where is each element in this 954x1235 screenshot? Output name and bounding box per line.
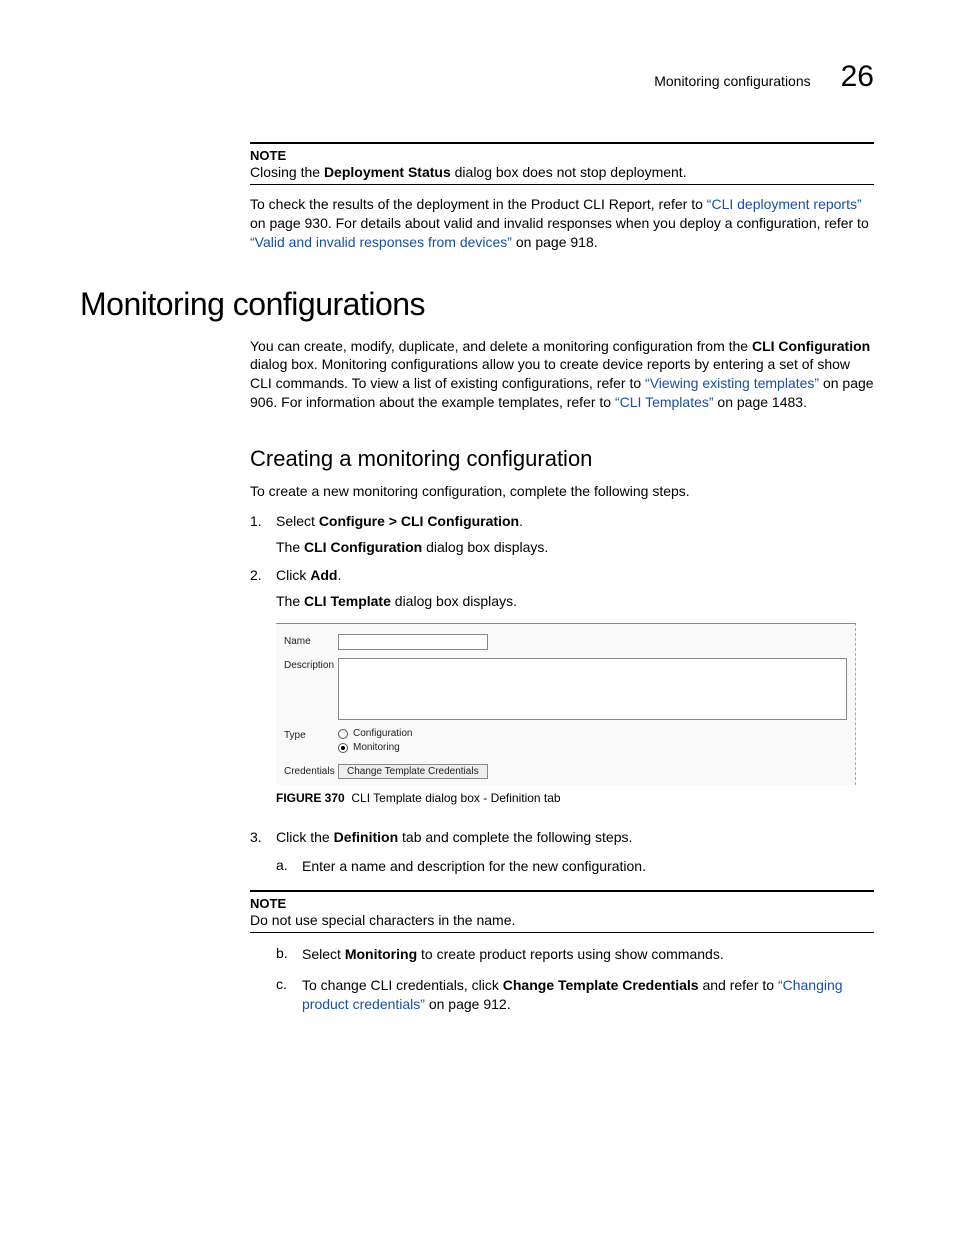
substep-a: a. Enter a name and description for the … — [276, 857, 874, 876]
change-template-credentials-button[interactable]: Change Template Credentials — [338, 764, 488, 779]
text: Click the — [276, 829, 334, 845]
step-2: 2. Click Add. — [250, 567, 874, 583]
figure-caption-text: CLI Template dialog box - Definition tab — [351, 791, 560, 805]
description-textarea[interactable] — [338, 658, 847, 720]
text: . — [337, 567, 341, 583]
text-bold: Configure > CLI Configuration — [319, 513, 519, 529]
step-body: Click Add. — [276, 567, 874, 583]
substep-c: c. To change CLI credentials, click Chan… — [276, 976, 874, 1014]
rule — [250, 932, 874, 933]
text: . — [519, 513, 523, 529]
text-bold: CLI Configuration — [304, 539, 422, 555]
running-header: Monitoring configurations 26 — [80, 60, 874, 94]
substep-b: b. Select Monitoring to create product r… — [276, 945, 874, 964]
field-label-type: Type — [284, 728, 338, 741]
rule — [250, 890, 874, 892]
step-result: The CLI Template dialog box displays. — [276, 593, 874, 609]
step-body: Select Configure > CLI Configuration. — [276, 513, 874, 529]
radio-monitoring[interactable]: Monitoring — [338, 742, 847, 753]
dialog-box: Name Description Type Configuration — [276, 623, 856, 785]
text-bold: Definition — [334, 829, 399, 845]
substep-body: To change CLI credentials, click Change … — [302, 976, 874, 1014]
text: To change CLI credentials, click — [302, 977, 503, 993]
link-viewing-existing-templates[interactable]: “Viewing existing templates” — [645, 375, 819, 391]
text: on page 930. For details about valid and… — [250, 215, 869, 231]
substep-body: Select Monitoring to create product repo… — [302, 945, 874, 964]
heading-monitoring-configurations: Monitoring configurations — [80, 286, 874, 323]
substep-letter: a. — [276, 857, 302, 876]
paragraph: To create a new monitoring configuration… — [250, 482, 874, 501]
radio-icon — [338, 729, 348, 739]
step-number: 3. — [250, 829, 276, 845]
step-3: 3. Click the Definition tab and complete… — [250, 829, 874, 845]
text: on page 912. — [425, 996, 511, 1012]
text: dialog box displays. — [422, 539, 548, 555]
step-number: 1. — [250, 513, 276, 529]
radio-label: Monitoring — [353, 742, 400, 753]
link-cli-templates[interactable]: “CLI Templates” — [615, 394, 714, 410]
radio-configuration[interactable]: Configuration — [338, 728, 847, 739]
rule — [250, 142, 874, 144]
text: Closing the — [250, 164, 324, 180]
text: and refer to — [699, 977, 778, 993]
text: Select — [302, 946, 345, 962]
text: tab and complete the following steps. — [398, 829, 632, 845]
text: Click — [276, 567, 310, 583]
note-label: NOTE — [250, 148, 874, 163]
step-1: 1. Select Configure > CLI Configuration. — [250, 513, 874, 529]
heading-creating-monitoring-configuration: Creating a monitoring configuration — [250, 446, 874, 472]
radio-label: Configuration — [353, 728, 412, 739]
paragraph: You can create, modify, duplicate, and d… — [250, 337, 874, 413]
text-bold: CLI Template — [304, 593, 391, 609]
text: to create product reports using show com… — [417, 946, 724, 962]
text: You can create, modify, duplicate, and d… — [250, 338, 752, 354]
paragraph: To check the results of the deployment i… — [250, 195, 874, 252]
link-valid-invalid-responses[interactable]: “Valid and invalid responses from device… — [250, 234, 512, 250]
substep-letter: b. — [276, 945, 302, 964]
text: Select — [276, 513, 319, 529]
text: dialog box does not stop deployment. — [451, 164, 687, 180]
text: on page 1483. — [714, 394, 807, 410]
field-label-credentials: Credentials — [284, 764, 338, 777]
note-text: Closing the Deployment Status dialog box… — [250, 163, 874, 182]
text-bold: Deployment Status — [324, 164, 451, 180]
text-bold: Monitoring — [345, 946, 417, 962]
field-label-name: Name — [284, 634, 338, 647]
step-result: The CLI Configuration dialog box display… — [276, 539, 874, 555]
header-title: Monitoring configurations — [654, 73, 810, 89]
header-chapter-number: 26 — [841, 60, 874, 94]
substep-letter: c. — [276, 976, 302, 1014]
text: The — [276, 593, 304, 609]
text: To check the results of the deployment i… — [250, 196, 707, 212]
figure-label: FIGURE 370 — [276, 791, 345, 805]
step-body: Click the Definition tab and complete th… — [276, 829, 874, 845]
rule — [250, 184, 874, 185]
text-bold: CLI Configuration — [752, 338, 870, 354]
text: The — [276, 539, 304, 555]
step-number: 2. — [250, 567, 276, 583]
name-input[interactable] — [338, 634, 488, 650]
field-label-description: Description — [284, 658, 338, 671]
substep-body: Enter a name and description for the new… — [302, 857, 874, 876]
text: on page 918. — [512, 234, 598, 250]
text-bold: Change Template Credentials — [503, 977, 699, 993]
link-cli-deployment-reports[interactable]: “CLI deployment reports” — [707, 196, 862, 212]
text: dialog box displays. — [391, 593, 517, 609]
radio-icon — [338, 743, 348, 753]
figure-caption: FIGURE 370 CLI Template dialog box - Def… — [276, 791, 874, 805]
figure-cli-template-dialog: Name Description Type Configuration — [276, 623, 874, 785]
note-text: Do not use special characters in the nam… — [250, 911, 874, 930]
text-bold: Add — [310, 567, 337, 583]
note-label: NOTE — [250, 896, 874, 911]
